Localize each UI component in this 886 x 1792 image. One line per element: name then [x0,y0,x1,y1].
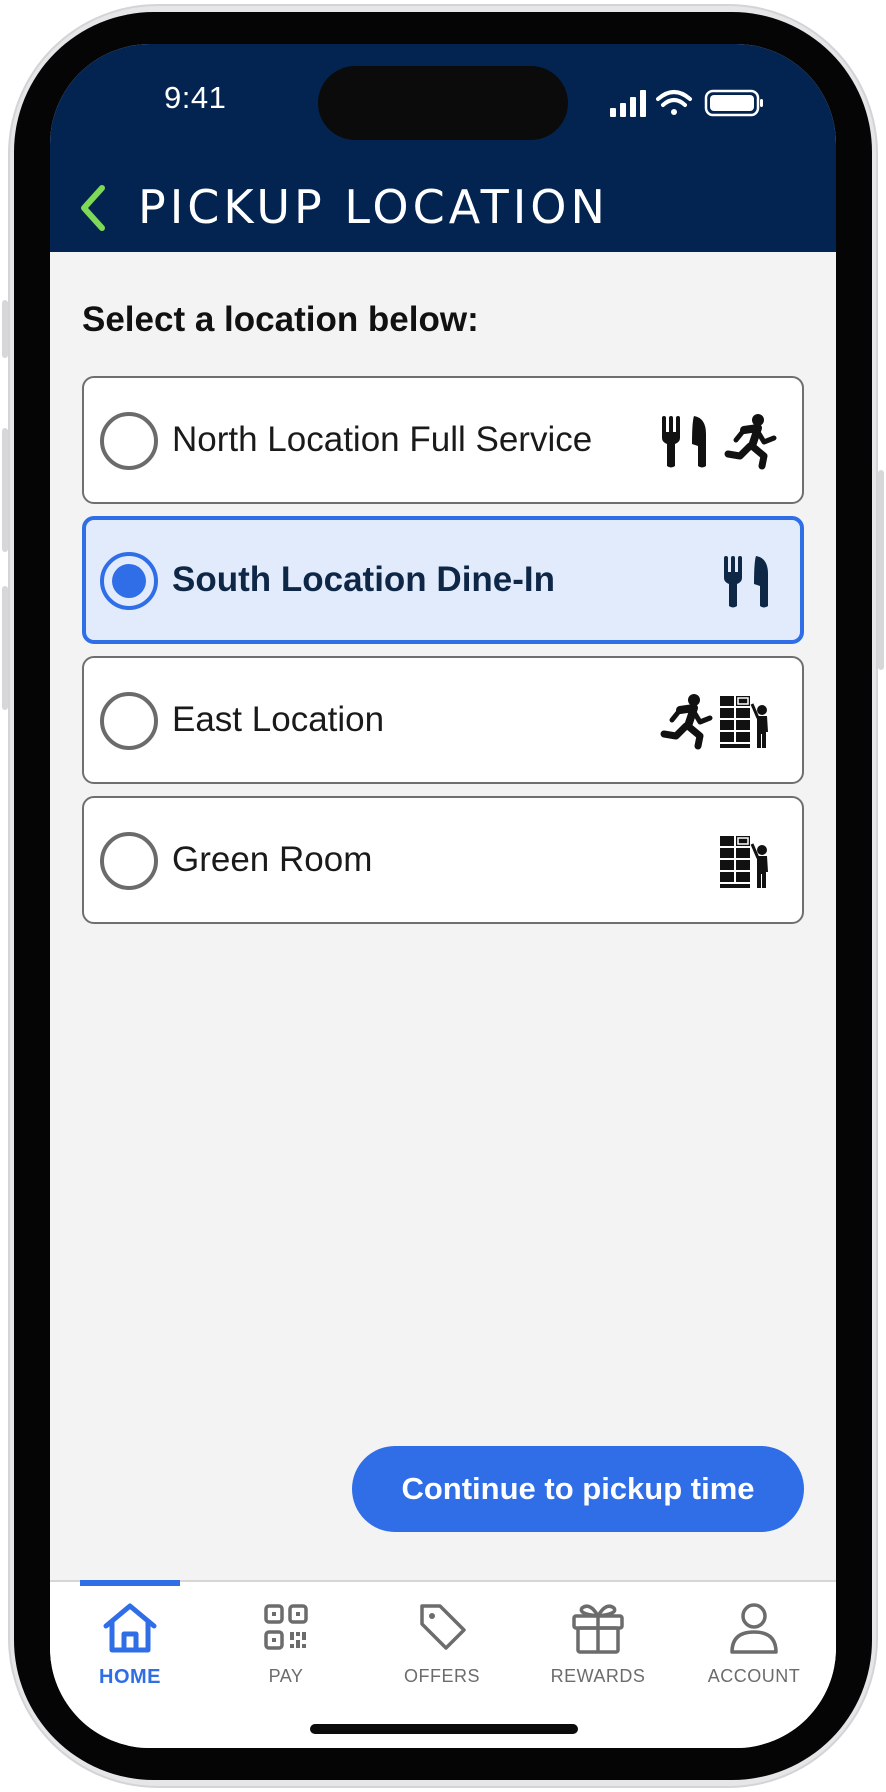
tab-label: PAY [268,1666,304,1686]
radio-button[interactable] [100,692,158,750]
tab-label: HOME [99,1666,161,1688]
location-name: South Location Dine-In [172,560,556,599]
location-option-east[interactable]: East Location [82,656,804,784]
location-option-green-room[interactable]: Green Room [82,796,804,924]
location-name: North Location Full Service [172,420,593,459]
chevron-left-icon [81,185,105,231]
qr-code-icon [264,1604,308,1650]
wifi-icon [656,90,692,115]
mute-switch [2,300,8,358]
running-person-icon [724,414,777,470]
pickup-locker-icon [720,696,768,748]
continue-button[interactable]: Continue to pickup time [352,1446,804,1532]
radio-button-selected[interactable] [100,552,158,610]
location-name: Green Room [172,840,373,879]
tab-account[interactable]: ACCOUNT [694,1594,814,1694]
power-button [878,470,884,670]
gift-icon [572,1604,624,1654]
tab-pay[interactable]: PAY [226,1594,346,1694]
tab-bar: HOME PAY OFFERS REWARDS ACCOUNT [50,1580,836,1748]
app-header: 9:41 PICKUP LOCATION [50,44,836,252]
back-button[interactable] [72,182,112,234]
battery-icon [704,89,763,117]
section-label: Select a location below: [82,300,479,339]
dynamic-island [318,66,568,140]
user-icon [730,1603,778,1654]
dine-in-icon [724,556,768,608]
volume-up-button [2,428,8,552]
pickup-locker-icon [720,836,768,888]
radio-button[interactable] [100,412,158,470]
tab-offers[interactable]: OFFERS [382,1594,502,1694]
tab-rewards[interactable]: REWARDS [538,1594,658,1694]
location-option-south[interactable]: South Location Dine-In [82,516,804,644]
status-time: 9:41 [164,80,227,115]
signal-icon [610,90,646,117]
active-tab-indicator [80,1580,180,1586]
location-name: East Location [172,700,385,739]
dine-in-icon [662,416,706,468]
tab-label: OFFERS [403,1666,480,1686]
tab-label: REWARDS [550,1666,646,1686]
page-title: PICKUP LOCATION [138,180,609,234]
location-option-north[interactable]: North Location Full Service [82,376,804,504]
radio-button[interactable] [100,832,158,890]
home-indicator [310,1724,578,1734]
running-person-icon [660,694,713,750]
home-icon [103,1603,157,1653]
tag-icon [420,1604,466,1650]
radio-selected-dot [112,564,146,598]
tab-label: ACCOUNT [707,1666,801,1686]
tab-home[interactable]: HOME [70,1594,190,1694]
status-icons [610,89,763,117]
volume-down-button [2,586,8,710]
screen: 9:41 PICKUP LOCATION Select a location b… [50,44,836,1748]
